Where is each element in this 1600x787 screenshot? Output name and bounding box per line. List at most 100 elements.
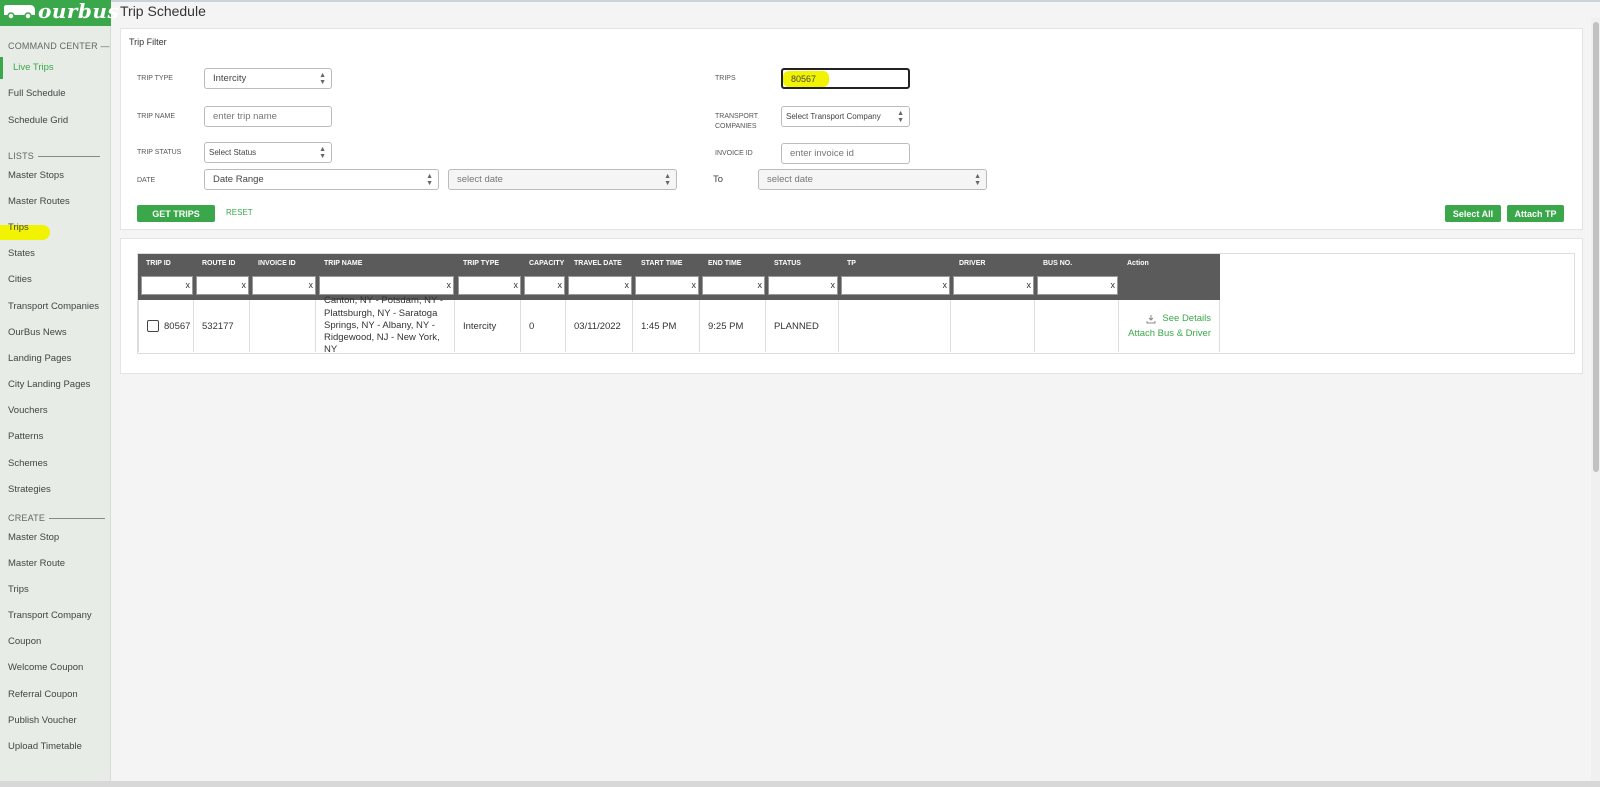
trip-name-input[interactable] <box>204 106 332 127</box>
filter-status-input[interactable]: x <box>768 276 838 295</box>
filter-end-time-input[interactable]: x <box>702 276 765 295</box>
attach-tp-button[interactable]: Attach TP <box>1507 205 1564 222</box>
sidebar-item-create-master-stop[interactable]: Master Stop <box>8 532 59 543</box>
sidebar-item-transport-companies[interactable]: Transport Companies <box>8 301 99 312</box>
clear-filter-button[interactable]: x <box>242 280 247 290</box>
sidebar-item-cities[interactable]: Cities <box>8 274 32 285</box>
sidebar-item-create-trips[interactable]: Trips <box>8 584 29 595</box>
updown-caret-icon: ▲ ▼ <box>426 173 433 187</box>
clear-filter-button[interactable]: x <box>309 280 314 290</box>
filter-route-id-input[interactable]: x <box>196 276 249 295</box>
col-trip-name[interactable]: TRIP NAME <box>316 254 455 272</box>
trips-input[interactable]: 80567 <box>781 68 910 89</box>
get-trips-button[interactable]: GET TRIPS <box>137 205 215 222</box>
filter-driver-input[interactable]: x <box>953 276 1034 295</box>
invoice-id-input[interactable] <box>781 143 910 164</box>
sidebar-item-master-routes[interactable]: Master Routes <box>8 196 70 207</box>
clear-filter-button[interactable]: x <box>625 280 630 290</box>
clear-filter-button[interactable]: x <box>447 280 452 290</box>
col-invoice-id[interactable]: INVOICE ID <box>250 254 316 272</box>
sidebar-item-create-coupon[interactable]: Coupon <box>8 636 41 647</box>
trip-status-label: TRIP STATUS <box>137 149 182 156</box>
col-trip-type[interactable]: TRIP TYPE <box>455 254 521 272</box>
row-checkbox[interactable] <box>147 320 159 332</box>
col-end-time[interactable]: END TIME <box>700 254 766 272</box>
col-route-id[interactable]: ROUTE ID <box>194 254 250 272</box>
sidebar-item-vouchers[interactable]: Vouchers <box>8 405 48 416</box>
cell-trip-id: 80567 <box>138 300 194 352</box>
filter-start-time-input[interactable]: x <box>635 276 699 295</box>
attach-bus-driver-link[interactable]: Attach Bus & Driver <box>1128 328 1211 339</box>
sidebar-item-create-transport-company[interactable]: Transport Company <box>8 610 92 621</box>
sidebar-item-patterns[interactable]: Patterns <box>8 431 43 442</box>
sidebar-item-live-trips[interactable]: Live Trips <box>13 62 54 73</box>
sidebar-item-schedule-grid[interactable]: Schedule Grid <box>8 115 68 126</box>
trips-input-value: 80567 <box>791 73 817 84</box>
col-capacity[interactable]: CAPACITY <box>521 254 566 272</box>
sidebar-item-landing-pages[interactable]: Landing Pages <box>8 353 71 364</box>
filter-travel-date-input[interactable]: x <box>568 276 632 295</box>
logo-text: ourbus <box>38 0 120 23</box>
clear-filter-button[interactable]: x <box>831 280 836 290</box>
sidebar-item-upload-timetable[interactable]: Upload Timetable <box>8 741 82 752</box>
col-travel-date[interactable]: TRAVEL DATE <box>566 254 633 272</box>
filter-tp-input[interactable]: x <box>841 276 950 295</box>
updown-caret-icon: ▲ ▼ <box>319 146 326 160</box>
sidebar-item-trips[interactable]: Trips <box>8 222 29 233</box>
ourbus-logo[interactable]: ourbus <box>0 0 119 26</box>
col-tp[interactable]: TP <box>839 254 951 272</box>
col-driver[interactable]: DRIVER <box>951 254 1035 272</box>
trips-label: TRIPS <box>715 75 736 82</box>
sidebar-item-ourbus-news[interactable]: OurBus News <box>8 327 67 338</box>
clear-filter-button[interactable]: x <box>186 280 191 290</box>
transport-company-select[interactable]: Select Transport Company ▲ ▼ <box>781 106 910 127</box>
sidebar-item-create-referral-coupon[interactable]: Referral Coupon <box>8 689 78 700</box>
filter-trip-name-input[interactable]: x <box>319 276 454 295</box>
cell-action: See Details Attach Bus & Driver <box>1119 300 1220 352</box>
sidebar-item-create-welcome-coupon[interactable]: Welcome Coupon <box>8 662 83 673</box>
select-all-button[interactable]: Select All <box>1445 205 1501 222</box>
sidebar-item-create-master-route[interactable]: Master Route <box>8 558 65 569</box>
clear-filter-button[interactable]: x <box>758 280 763 290</box>
trip-type-select[interactable]: Intercity ▲ ▼ <box>204 68 332 89</box>
updown-caret-icon: ▲ ▼ <box>319 72 326 86</box>
updown-caret-icon: ▲ ▼ <box>664 173 671 187</box>
scrollbar-thumb[interactable] <box>1593 22 1599 472</box>
date-mode-select[interactable]: Date Range ▲ ▼ <box>204 169 439 190</box>
filter-invoice-id-input[interactable]: x <box>252 276 316 295</box>
trip-filter-panel <box>120 28 1583 230</box>
sidebar-item-master-stops[interactable]: Master Stops <box>8 170 64 181</box>
col-start-time[interactable]: START TIME <box>633 254 700 272</box>
clear-filter-button[interactable]: x <box>558 280 563 290</box>
clear-filter-button[interactable]: x <box>943 280 948 290</box>
trip-status-select[interactable]: Select Status ▲ ▼ <box>204 142 332 163</box>
trip-name-line: Canton, NY - Potsdam, NY - <box>324 295 443 307</box>
sidebar-item-full-schedule[interactable]: Full Schedule <box>8 88 66 99</box>
clear-filter-button[interactable]: x <box>1027 280 1032 290</box>
date-from-select[interactable]: select date ▲ ▼ <box>448 169 677 190</box>
sidebar-item-states[interactable]: States <box>8 248 35 259</box>
date-to-select[interactable]: select date ▲ ▼ <box>758 169 987 190</box>
filter-capacity-input[interactable]: x <box>524 276 565 295</box>
filter-bus-no-input[interactable]: x <box>1037 276 1118 295</box>
clear-filter-button[interactable]: x <box>514 280 519 290</box>
col-bus-no[interactable]: BUS NO. <box>1035 254 1119 272</box>
trip-status-value: Select Status <box>209 148 257 157</box>
bus-icon <box>4 5 35 19</box>
filter-trip-type-input[interactable]: x <box>458 276 521 295</box>
sidebar-item-schemes[interactable]: Schemes <box>8 458 48 469</box>
col-trip-id[interactable]: TRIP ID <box>138 254 194 272</box>
filter-trip-id-input[interactable]: x <box>141 276 193 295</box>
see-details-label: See Details <box>1162 313 1211 324</box>
sidebar-item-strategies[interactable]: Strategies <box>8 484 51 495</box>
section-divider <box>49 517 106 519</box>
clear-filter-button[interactable]: x <box>692 280 697 290</box>
col-status[interactable]: STATUS <box>766 254 839 272</box>
clear-filter-button[interactable]: x <box>1111 280 1116 290</box>
section-divider <box>38 155 101 157</box>
trip-name-line: Plattsburgh, NY - Saratoga <box>324 307 438 319</box>
sidebar-item-publish-voucher[interactable]: Publish Voucher <box>8 715 77 726</box>
see-details-link[interactable]: See Details <box>1146 313 1211 324</box>
reset-link[interactable]: RESET <box>226 208 253 217</box>
sidebar-item-city-landing-pages[interactable]: City Landing Pages <box>8 379 90 390</box>
